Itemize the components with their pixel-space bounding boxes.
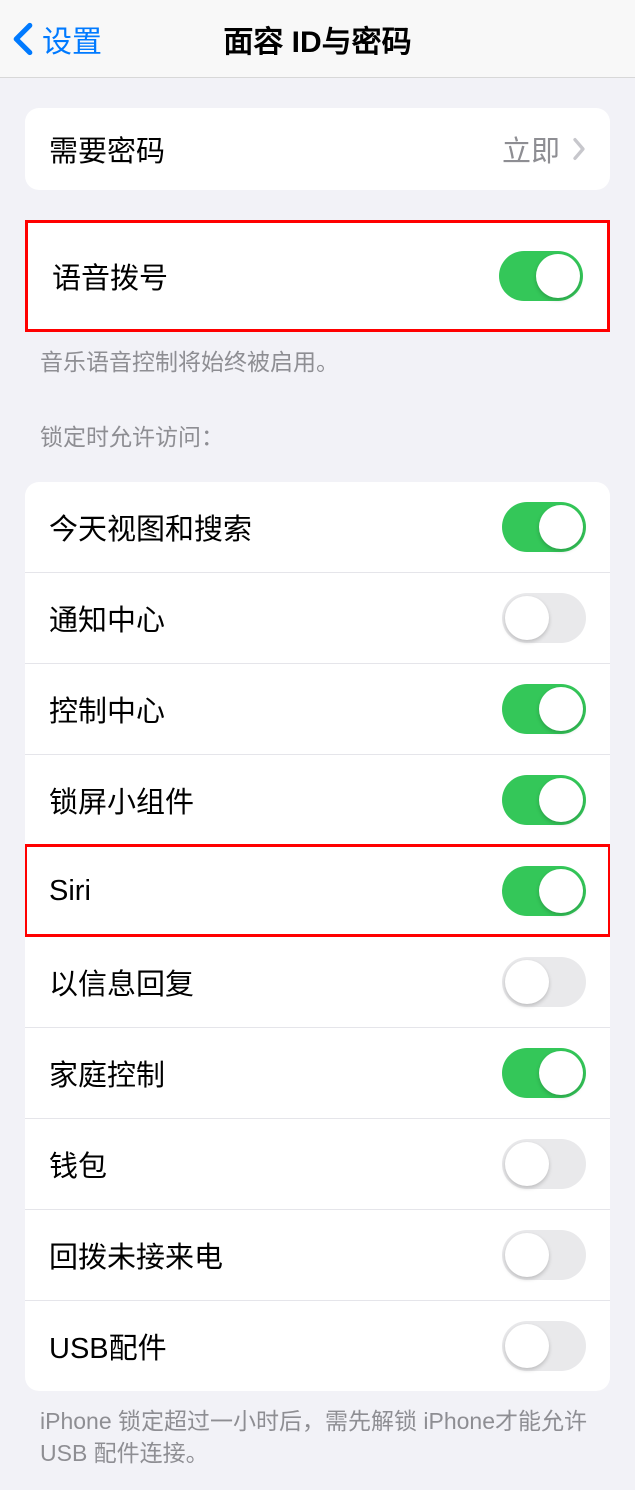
wallet-row[interactable]: 钱包 — [25, 1118, 610, 1209]
wallet-toggle[interactable] — [502, 1139, 586, 1189]
control-center-toggle[interactable] — [502, 684, 586, 734]
return-missed-label: 回拨未接来电 — [49, 1234, 223, 1276]
voice-dial-row[interactable]: 语音拨号 — [30, 225, 605, 327]
voice-dial-highlight: 语音拨号 — [25, 220, 610, 332]
usb-row[interactable]: USB配件 — [25, 1300, 610, 1391]
chevron-right-icon — [572, 137, 586, 161]
nav-bar: 设置 面容 ID与密码 — [0, 0, 635, 78]
today-search-row[interactable]: 今天视图和搜索 — [25, 482, 610, 572]
content: 需要密码 立即 语音拨号 音乐语音控制将始终被启用。 锁定时允许访问： 今天视图… — [0, 108, 635, 1490]
usb-label: USB配件 — [49, 1325, 167, 1367]
passcode-required-label: 需要密码 — [49, 128, 165, 170]
return-missed-toggle[interactable] — [502, 1230, 586, 1280]
today-search-label: 今天视图和搜索 — [49, 506, 252, 548]
return-missed-row[interactable]: 回拨未接来电 — [25, 1209, 610, 1300]
control-center-row[interactable]: 控制中心 — [25, 663, 610, 754]
passcode-required-value: 立即 — [502, 128, 560, 170]
siri-toggle[interactable] — [502, 866, 586, 916]
lockscreen-widgets-toggle[interactable] — [502, 775, 586, 825]
wallet-label: 钱包 — [49, 1143, 107, 1185]
row-tail: 立即 — [502, 128, 586, 170]
lockscreen-widgets-row[interactable]: 锁屏小组件 — [25, 754, 610, 845]
back-label: 设置 — [42, 17, 102, 61]
siri-label: Siri — [49, 875, 91, 908]
siri-row[interactable]: Siri — [25, 845, 610, 936]
passcode-required-row[interactable]: 需要密码 立即 — [25, 108, 610, 190]
reply-message-row[interactable]: 以信息回复 — [25, 936, 610, 1027]
home-control-toggle[interactable] — [502, 1048, 586, 1098]
voice-dial-toggle[interactable] — [499, 251, 583, 301]
lockscreen-header: 锁定时允许访问： — [40, 418, 595, 452]
back-button[interactable]: 设置 — [0, 17, 102, 61]
lockscreen-group: 今天视图和搜索 通知中心 控制中心 锁屏小组件 Siri 以信息回复 家庭控制 — [25, 482, 610, 1391]
home-control-label: 家庭控制 — [49, 1052, 165, 1094]
reply-message-label: 以信息回复 — [49, 961, 194, 1003]
home-control-row[interactable]: 家庭控制 — [25, 1027, 610, 1118]
notification-center-toggle[interactable] — [502, 593, 586, 643]
back-chevron-icon — [12, 22, 34, 56]
voice-dial-footer: 音乐语音控制将始终被启用。 — [40, 346, 595, 378]
today-search-toggle[interactable] — [502, 502, 586, 552]
lockscreen-widgets-label: 锁屏小组件 — [49, 779, 194, 821]
usb-toggle[interactable] — [502, 1321, 586, 1371]
notification-center-label: 通知中心 — [49, 597, 165, 639]
voice-dial-label: 语音拨号 — [52, 255, 168, 297]
notification-center-row[interactable]: 通知中心 — [25, 572, 610, 663]
passcode-required-group: 需要密码 立即 — [25, 108, 610, 190]
reply-message-toggle[interactable] — [502, 957, 586, 1007]
lockscreen-footer: iPhone 锁定超过一小时后，需先解锁 iPhone才能允许USB 配件连接。 — [40, 1405, 595, 1469]
control-center-label: 控制中心 — [49, 688, 165, 730]
